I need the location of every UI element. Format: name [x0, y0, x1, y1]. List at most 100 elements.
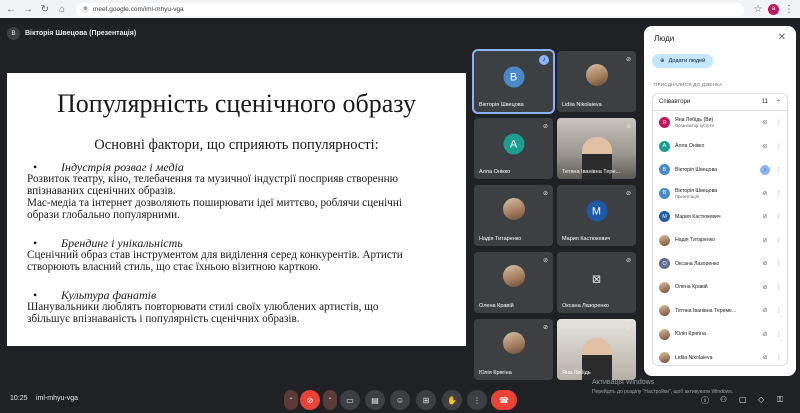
forward-icon[interactable]: → — [21, 2, 35, 16]
slide-text-line: Сценічний образ став інструментом для ви… — [27, 249, 403, 261]
add-people-button[interactable]: ⊕ Додати людей — [652, 54, 714, 68]
mic-off-icon[interactable]: ⊘ — [760, 143, 770, 150]
browser-menu-icon[interactable]: ⋮ — [782, 2, 796, 16]
leave-call-button[interactable]: ☎ — [491, 390, 517, 410]
participant-tile[interactable]: В ♪ Вікторія Швецова — [472, 49, 555, 114]
mic-off-icon[interactable]: ⊘ — [760, 331, 770, 338]
participant-names: Яна Лебідь (Ви) Організатор зустрічі — [675, 117, 755, 128]
participant-avatar — [659, 328, 670, 340]
participant-tile[interactable]: ⊘ Юлія Крягіна — [474, 319, 553, 380]
participant-names: Алла Онікко — [675, 143, 755, 149]
back-icon[interactable]: ← — [4, 2, 18, 16]
mic-off-icon[interactable]: ⊘ — [760, 213, 770, 220]
participant-tile[interactable]: М ⊘ Мария Кастюкевич — [557, 185, 636, 246]
participant-row[interactable]: Юлія Крягіна ⊘ ⋮ — [653, 323, 787, 347]
participant-row[interactable]: Я Яна Лебідь (Ви) Організатор зустрічі ⊘ ⋮ — [653, 111, 787, 135]
more-vert-icon[interactable]: ⋮ — [775, 284, 783, 291]
mic-off-icon: ⊘ — [542, 258, 548, 264]
more-vert-icon[interactable]: ⋮ — [775, 354, 783, 361]
participant-avatar: В — [503, 66, 524, 88]
more-vert-icon[interactable]: ⋮ — [775, 143, 783, 150]
participant-tile[interactable]: ⊘ Надія Титаренко — [474, 185, 553, 246]
participant-names: Оксана Лазоренко — [675, 261, 755, 267]
participant-row[interactable]: О Оксана Лазоренко ⊘ ⋮ — [653, 252, 787, 276]
participant-row[interactable]: Lidiia Nikolaieva ⊘ ⋮ — [653, 346, 787, 365]
captions-button[interactable]: ▤ — [365, 390, 385, 410]
participant-tile[interactable]: ⊘ Олена Кравій — [474, 252, 553, 313]
participant-row[interactable]: В Вікторія Швецова ♪ ⋮ — [653, 158, 787, 182]
close-icon[interactable]: ✕ — [778, 32, 786, 43]
slide-section-heading: • Брендинг і унікальність — [33, 236, 183, 250]
more-vert-icon[interactable]: ⋮ — [775, 260, 783, 267]
participant-names: Вікторія Швецова — [675, 167, 755, 173]
more-vert-icon[interactable]: ⋮ — [775, 331, 783, 338]
participant-name: Мария Кастюкевич — [562, 236, 611, 242]
participant-row[interactable]: Надія Титаренко ⊘ ⋮ — [653, 229, 787, 253]
camera-button[interactable]: ▭ — [340, 390, 360, 410]
more-options-button[interactable]: ⋮ — [467, 390, 487, 410]
mic-off-icon[interactable]: ⊘ — [760, 284, 770, 291]
participant-role: Організатор зустрічі — [675, 123, 714, 129]
participant-names: Надія Титаренко — [675, 237, 755, 243]
participant-name: Алла Онікко — [479, 169, 511, 175]
reload-icon[interactable]: ↻ — [38, 2, 52, 16]
mic-off-icon: ⊘ — [625, 57, 631, 63]
participant-tile[interactable]: ⊠ ⊘ Оксана Лазоренко — [557, 252, 636, 313]
chat-icon[interactable]: ▢ — [739, 395, 747, 404]
participant-row[interactable]: М Мария Кастюкевич ⊘ ⋮ — [653, 205, 787, 229]
people-icon[interactable]: ⚇ — [720, 395, 727, 404]
participant-names: Юлія Крягіна — [675, 331, 755, 337]
more-vert-icon[interactable]: ⋮ — [775, 119, 783, 126]
activities-icon[interactable]: ◇ — [758, 395, 764, 404]
participant-row[interactable]: Тетяна Іванівна Тереме... ⊘ ⋮ — [653, 299, 787, 323]
participant-row[interactable]: А Алла Онікко ⊘ ⋮ — [653, 135, 787, 159]
present-button[interactable]: ⊞ — [416, 390, 436, 410]
more-vert-icon[interactable]: ⋮ — [775, 190, 783, 197]
bullet-icon: • — [33, 160, 38, 174]
participant-avatar: В — [659, 187, 670, 199]
host-controls-icon[interactable]: ⚿ — [777, 395, 783, 405]
slide-section-heading: • Індустрія розваг і медіа — [33, 160, 184, 174]
more-vert-icon[interactable]: ⋮ — [775, 166, 783, 173]
mic-off-icon[interactable]: ⊘ — [760, 260, 770, 267]
participant-row[interactable]: В Вікторія Швецова Презентація ⊘ ⋮ — [653, 182, 787, 206]
more-vert-icon[interactable]: ⋮ — [775, 307, 783, 314]
participant-avatar — [659, 305, 670, 317]
audio-settings-caret-icon[interactable]: ⌃ — [284, 390, 298, 410]
participant-name: Оксана Лазоренко — [562, 303, 609, 309]
participant-avatar: В — [659, 164, 670, 176]
meeting-info-icon[interactable]: ⓘ — [701, 395, 709, 406]
presenter-avatar: В — [7, 27, 20, 40]
participant-tile[interactable]: ⊘ Тетяна Іванівна Тере... — [557, 118, 636, 179]
site-info-icon[interactable]: ⚙ — [82, 5, 89, 13]
mic-off-button[interactable]: ⊘ — [300, 390, 320, 410]
contributors-header[interactable]: Співавтори 11 ⌃ — [653, 94, 787, 111]
mic-off-icon: ⊘ — [625, 325, 631, 331]
participant-tile[interactable]: А ⊘ Алла Онікко — [474, 118, 553, 179]
more-vert-icon[interactable]: ⋮ — [775, 237, 783, 244]
bookmark-star-icon[interactable]: ☆ — [751, 2, 765, 16]
mic-off-icon: ⊘ — [542, 191, 548, 197]
raise-hand-button[interactable]: ✋ — [442, 390, 462, 410]
mic-off-icon[interactable]: ⊘ — [760, 354, 770, 361]
sound-wave-icon[interactable]: ♪ — [760, 164, 770, 175]
mic-off-icon[interactable]: ⊘ — [760, 119, 770, 126]
participant-tile[interactable]: ⊘ Lidiia Nikolaieva — [557, 51, 636, 112]
participant-tile[interactable]: ⊘ Яна Лебідь — [557, 319, 636, 380]
more-vert-icon[interactable]: ⋮ — [775, 213, 783, 220]
home-icon[interactable]: ⌂ — [55, 2, 69, 16]
bullet-icon: • — [33, 288, 38, 302]
slide-section-heading: • Культура фанатів — [33, 288, 157, 302]
mic-off-icon[interactable]: ⊘ — [760, 307, 770, 314]
participant-row[interactable]: Олена Кравій ⊘ ⋮ — [653, 276, 787, 300]
mic-off-icon[interactable]: ⊘ — [760, 190, 770, 197]
profile-avatar[interactable]: a — [768, 3, 779, 15]
address-bar[interactable]: ⚙ meet.google.com/iml-mhyu-vga — [76, 2, 744, 16]
mic-off-icon[interactable]: ⊘ — [760, 237, 770, 244]
emoji-button[interactable]: ☺ — [390, 390, 410, 410]
joined-label: ПРИЄДНАЛИСЯ ДО ДЗВІНКА — [654, 82, 723, 87]
participant-name: Юлія Крягіна — [675, 331, 706, 338]
participant-names: Олена Кравій — [675, 284, 755, 290]
video-settings-caret-icon[interactable]: ⌃ — [323, 390, 337, 410]
bullet-icon: • — [33, 236, 38, 250]
